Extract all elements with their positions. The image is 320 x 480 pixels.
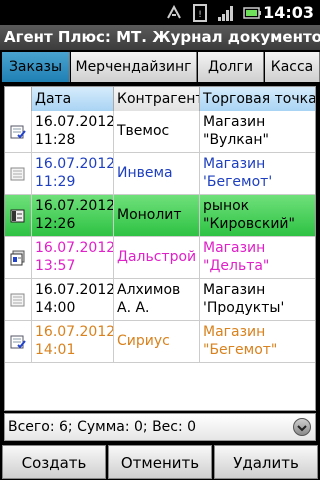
- contractor-cell: Инвема: [114, 153, 200, 194]
- time-text: 11:29: [35, 174, 76, 190]
- doc-check-icon: [10, 125, 26, 139]
- table-row[interactable]: 16.07.2012 11:29 Инвема Магазин 'Бегемот': [5, 153, 315, 195]
- chevron-down-icon: [297, 425, 307, 432]
- outlet-cell: Магазин "Дельта": [200, 237, 315, 278]
- contractor-cell: Дальстрой: [114, 237, 200, 278]
- screen: ! 14:03 Агент Плюс: МТ. Журнал документо…: [0, 0, 320, 480]
- create-button[interactable]: Создать: [2, 445, 106, 479]
- signal-icon: [218, 6, 233, 21]
- sim-icon: !: [193, 4, 207, 22]
- date-cell: 16.07.2012 14:01: [32, 321, 114, 362]
- action-bar: Создать Отменить Удалить: [0, 443, 320, 480]
- tab-merchandising[interactable]: Мерчендайзинг: [71, 52, 197, 82]
- row-status-cell: [5, 111, 32, 152]
- table-row[interactable]: 16.07.2012 13:57 Дальстрой Магазин "Дельта": [5, 237, 315, 279]
- clock: 14:03: [263, 3, 314, 22]
- outlet-cell: Магазин 'Продукты': [200, 279, 315, 320]
- row-status-cell: [5, 195, 32, 236]
- date-cell: 16.07.2012 13:57: [32, 237, 114, 278]
- header-contractor[interactable]: Контрагент: [114, 87, 200, 111]
- expand-summary-button[interactable]: [293, 418, 311, 436]
- date-cell: 16.07.2012 11:29: [32, 153, 114, 194]
- date-text: 16.07.2012: [35, 114, 114, 130]
- doc-stack-icon: [10, 250, 25, 266]
- row-status-cell: [5, 321, 32, 362]
- doc-plain-icon: [10, 293, 25, 307]
- date-text: 16.07.2012: [35, 324, 114, 340]
- tab-orders[interactable]: Заказы: [2, 52, 70, 82]
- delete-button[interactable]: Удалить: [214, 445, 318, 479]
- contractor-cell: Алхимов А. А.: [114, 279, 200, 320]
- window-title: Агент Плюс: МТ. Журнал документов: [0, 25, 320, 50]
- date-cell: 16.07.2012 11:28: [32, 111, 114, 152]
- tab-debts[interactable]: Долги: [198, 52, 264, 82]
- outlet-cell: Магазин 'Бегемот': [200, 153, 315, 194]
- outlet-cell: рынок "Кировский": [200, 195, 315, 236]
- summary-bar: Всего: 6; Сумма: 0; Вес: 0: [4, 413, 316, 441]
- outlet-cell: Магазин "Вулкан": [200, 111, 315, 152]
- status-bar: ! 14:03: [0, 0, 320, 25]
- date-text: 16.07.2012: [35, 156, 114, 172]
- outlet-cell: Магазин "Бегемот": [200, 321, 315, 362]
- row-status-cell: [5, 153, 32, 194]
- sync-icon: [167, 4, 181, 19]
- date-text: 16.07.2012: [35, 240, 114, 256]
- date-cell: 16.07.2012 14:00: [32, 279, 114, 320]
- status-icons: !: [164, 3, 262, 23]
- tab-bar: Заказы Мерчендайзинг Долги Касса: [0, 50, 320, 84]
- cancel-button[interactable]: Отменить: [108, 445, 212, 479]
- time-text: 13:57: [35, 258, 76, 274]
- header-icon-column: [5, 87, 32, 111]
- summary-text: Всего: 6; Сумма: 0; Вес: 0: [8, 419, 197, 435]
- date-cell: 16.07.2012 12:26: [32, 195, 114, 236]
- date-text: 16.07.2012: [35, 282, 114, 298]
- table-row[interactable]: 16.07.2012 14:00 Алхимов А. А. Магазин 'Про…: [5, 279, 315, 321]
- contractor-cell: Твемос: [114, 111, 200, 152]
- header-outlet[interactable]: Торговая точка: [200, 87, 315, 111]
- date-text: 16.07.2012: [35, 198, 114, 214]
- time-text: 11:28: [35, 132, 76, 148]
- svg-text:!: !: [198, 10, 202, 20]
- row-status-cell: [5, 237, 32, 278]
- contractor-cell: Сириус: [114, 321, 200, 362]
- tab-cash[interactable]: Касса: [265, 52, 320, 82]
- time-text: 14:01: [35, 342, 76, 358]
- table-row[interactable]: 16.07.2012 12:26 Монолит рынок "Кировский": [5, 195, 315, 237]
- battery-icon: [243, 7, 261, 19]
- time-text: 12:26: [35, 216, 76, 232]
- documents-table: Дата Контрагент Торговая точка 16.07.201…: [4, 86, 316, 411]
- table-header: Дата Контрагент Торговая точка: [5, 87, 315, 111]
- time-text: 14:00: [35, 300, 76, 316]
- table-row[interactable]: 16.07.2012 11:28 Твемос Магазин "Вулкан": [5, 111, 315, 153]
- contractor-cell: Монолит: [114, 195, 200, 236]
- header-date[interactable]: Дата: [32, 87, 114, 111]
- table-row[interactable]: 16.07.2012 14:01 Сириус Магазин "Бегемот": [5, 321, 315, 363]
- doc-dark-icon: [10, 209, 25, 223]
- doc-check-icon: [10, 335, 26, 349]
- row-status-cell: [5, 279, 32, 320]
- doc-plain-icon: [10, 167, 25, 181]
